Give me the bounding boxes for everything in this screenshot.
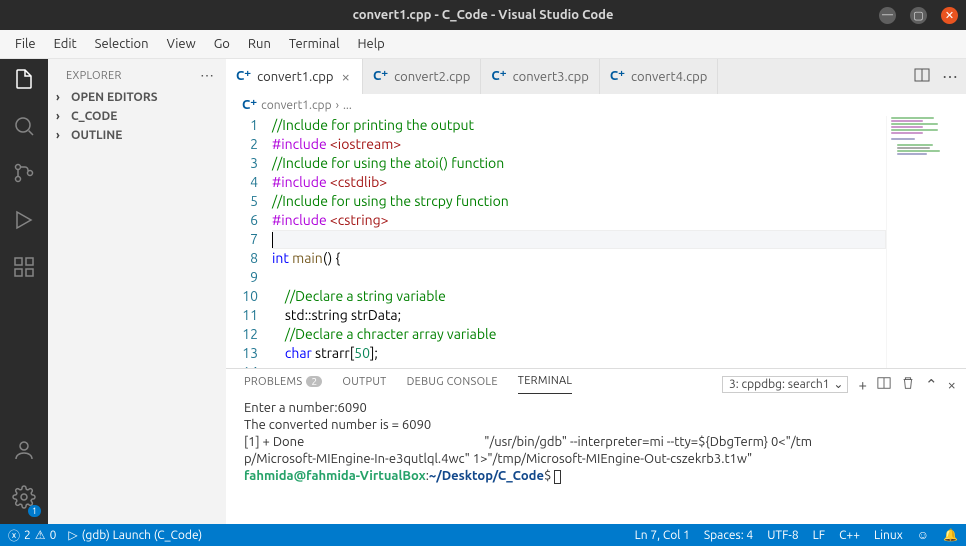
minimap[interactable] <box>886 116 966 368</box>
panel-tabs: PROBLEMS2 OUTPUT DEBUG CONSOLE TERMINAL … <box>226 369 966 394</box>
title-bar: convert1.cpp - C_Code - Visual Studio Co… <box>0 0 966 30</box>
tab-convert2[interactable]: C⁺ convert2.cpp <box>363 59 481 94</box>
explorer-icon[interactable] <box>12 67 36 96</box>
close-button[interactable]: ✕ <box>941 7 958 24</box>
terminal-prompt: fahmida@fahmida-VirtualBox:~/Desktop/C_C… <box>244 468 948 485</box>
terminal-line: p/Microsoft-MIEngine-In-e3qutlql.4wc" 1>… <box>244 451 948 468</box>
tree-open-editors[interactable]: ›OPEN EDITORS <box>48 88 226 107</box>
tab-label: convert2.cpp <box>394 70 470 84</box>
menu-file[interactable]: File <box>6 33 45 55</box>
status-eol[interactable]: LF <box>813 529 825 542</box>
status-language[interactable]: C++ <box>839 529 860 542</box>
chevron-right-icon: › <box>56 91 71 104</box>
tab-convert4[interactable]: C⁺ convert4.cpp <box>600 59 718 94</box>
tab-convert3[interactable]: C⁺ convert3.cpp <box>481 59 599 94</box>
tree-outline[interactable]: ›OUTLINE <box>48 126 226 145</box>
debug-icon: ▷ <box>68 528 77 542</box>
maximize-button[interactable]: ▢ <box>910 7 927 24</box>
chevron-right-icon: › <box>56 129 71 142</box>
tab-close-icon[interactable]: × <box>339 68 351 85</box>
minimize-button[interactable]: — <box>879 7 896 24</box>
editor-more-icon[interactable]: ⋯ <box>942 67 958 86</box>
menu-bar: File Edit Selection View Go Run Terminal… <box>0 30 966 59</box>
terminal-cursor <box>554 470 561 484</box>
chevron-right-icon: › <box>56 110 71 123</box>
settings-badge: 1 <box>28 505 41 517</box>
editor-tabs: C⁺ convert1.cpp × C⁺ convert2.cpp C⁺ convert… <box>226 59 966 94</box>
explorer-title: EXPLORER <box>66 70 122 82</box>
tab-label: convert3.cpp <box>513 70 589 84</box>
new-terminal-icon[interactable]: + <box>858 376 866 393</box>
settings-icon[interactable]: 1 <box>12 485 36 514</box>
section-label: OPEN EDITORS <box>71 91 158 104</box>
status-bar: ⓧ2 ⚠0 ▷(gdb) Launch (C_Code) Ln 7, Col 1… <box>0 524 966 546</box>
section-label: C_CODE <box>71 110 117 123</box>
terminal[interactable]: Enter a number:6090 The converted number… <box>226 394 966 524</box>
tree-folder-root[interactable]: ›C_CODE <box>48 107 226 126</box>
terminal-selector[interactable]: 3: cppdbg: search1 <box>722 376 848 393</box>
split-terminal-icon[interactable] <box>877 376 891 393</box>
panel-terminal-tab[interactable]: TERMINAL <box>518 375 573 394</box>
warning-icon: ⚠ <box>35 528 46 542</box>
main-area: 1 EXPLORER ⋯ ›OPEN EDITORS ›C_CODE ›OUTL… <box>0 59 966 524</box>
tab-label: convert4.cpp <box>631 70 707 84</box>
cpp-file-icon: C⁺ <box>236 69 251 84</box>
explorer-sidebar: EXPLORER ⋯ ›OPEN EDITORS ›C_CODE ›OUTLIN… <box>48 59 226 524</box>
close-panel-icon[interactable]: × <box>948 376 956 393</box>
code-lines: //Include for printing the output#includ… <box>272 116 886 368</box>
tab-convert1[interactable]: C⁺ convert1.cpp × <box>226 59 363 94</box>
status-cursor-position[interactable]: Ln 7, Col 1 <box>635 529 690 542</box>
menu-edit[interactable]: Edit <box>45 33 86 55</box>
status-feedback-icon[interactable]: ☺ <box>917 528 929 542</box>
menu-view[interactable]: View <box>158 33 205 55</box>
bottom-panel: PROBLEMS2 OUTPUT DEBUG CONSOLE TERMINAL … <box>226 368 966 524</box>
terminal-line: Enter a number:6090 <box>244 400 948 417</box>
panel-problems-tab[interactable]: PROBLEMS2 <box>244 376 322 394</box>
breadcrumb-separator: › <box>336 99 339 112</box>
kill-terminal-icon[interactable] <box>901 376 915 393</box>
run-debug-icon[interactable] <box>12 208 36 237</box>
maximize-panel-icon[interactable]: ⌃ <box>925 376 938 394</box>
status-indentation[interactable]: Spaces: 4 <box>704 529 753 542</box>
breadcrumb-file: convert1.cpp <box>261 99 331 112</box>
cpp-file-icon: C⁺ <box>242 98 257 113</box>
activity-bar: 1 <box>0 59 48 524</box>
cpp-file-icon: C⁺ <box>373 69 388 84</box>
line-gutter: 1234567891011121314 <box>226 116 272 368</box>
window-title: convert1.cpp - C_Code - Visual Studio Co… <box>0 8 966 22</box>
breadcrumb-rest: ... <box>343 99 352 112</box>
error-icon: ⓧ <box>8 527 20 544</box>
extensions-icon[interactable] <box>12 255 36 284</box>
explorer-more-icon[interactable]: ⋯ <box>200 67 214 84</box>
status-bell-icon[interactable]: 🔔 <box>943 528 958 542</box>
terminal-line: [1] + Done"/usr/bin/gdb" --interpreter=m… <box>244 434 948 451</box>
status-os[interactable]: Linux <box>874 529 903 542</box>
status-errors-warnings[interactable]: ⓧ2 ⚠0 <box>8 527 56 544</box>
editor-area: C⁺convert1.cpp× C⁺convert2.cpp C⁺convert… <box>226 59 966 524</box>
tab-label: convert1.cpp <box>257 70 333 84</box>
breadcrumb[interactable]: C⁺ convert1.cpp › ... <box>226 94 966 116</box>
menu-help[interactable]: Help <box>348 33 393 55</box>
panel-output-tab[interactable]: OUTPUT <box>342 376 386 394</box>
section-label: OUTLINE <box>71 129 122 142</box>
status-launch-config[interactable]: ▷(gdb) Launch (C_Code) <box>68 528 202 542</box>
menu-terminal[interactable]: Terminal <box>280 33 349 55</box>
code-editor[interactable]: 1234567891011121314 //Include for printi… <box>226 116 886 368</box>
menu-run[interactable]: Run <box>239 33 280 55</box>
terminal-line: The converted number is = 6090 <box>244 417 948 434</box>
source-control-icon[interactable] <box>12 161 36 190</box>
split-editor-icon[interactable] <box>914 67 930 87</box>
status-encoding[interactable]: UTF-8 <box>767 529 798 542</box>
problems-badge: 2 <box>306 376 322 387</box>
cpp-file-icon: C⁺ <box>491 69 506 84</box>
panel-debug-tab[interactable]: DEBUG CONSOLE <box>407 376 498 394</box>
search-icon[interactable] <box>12 114 36 143</box>
menu-selection[interactable]: Selection <box>86 33 158 55</box>
menu-go[interactable]: Go <box>205 33 239 55</box>
account-icon[interactable] <box>12 438 36 467</box>
cpp-file-icon: C⁺ <box>610 69 625 84</box>
window-controls: — ▢ ✕ <box>879 7 958 24</box>
